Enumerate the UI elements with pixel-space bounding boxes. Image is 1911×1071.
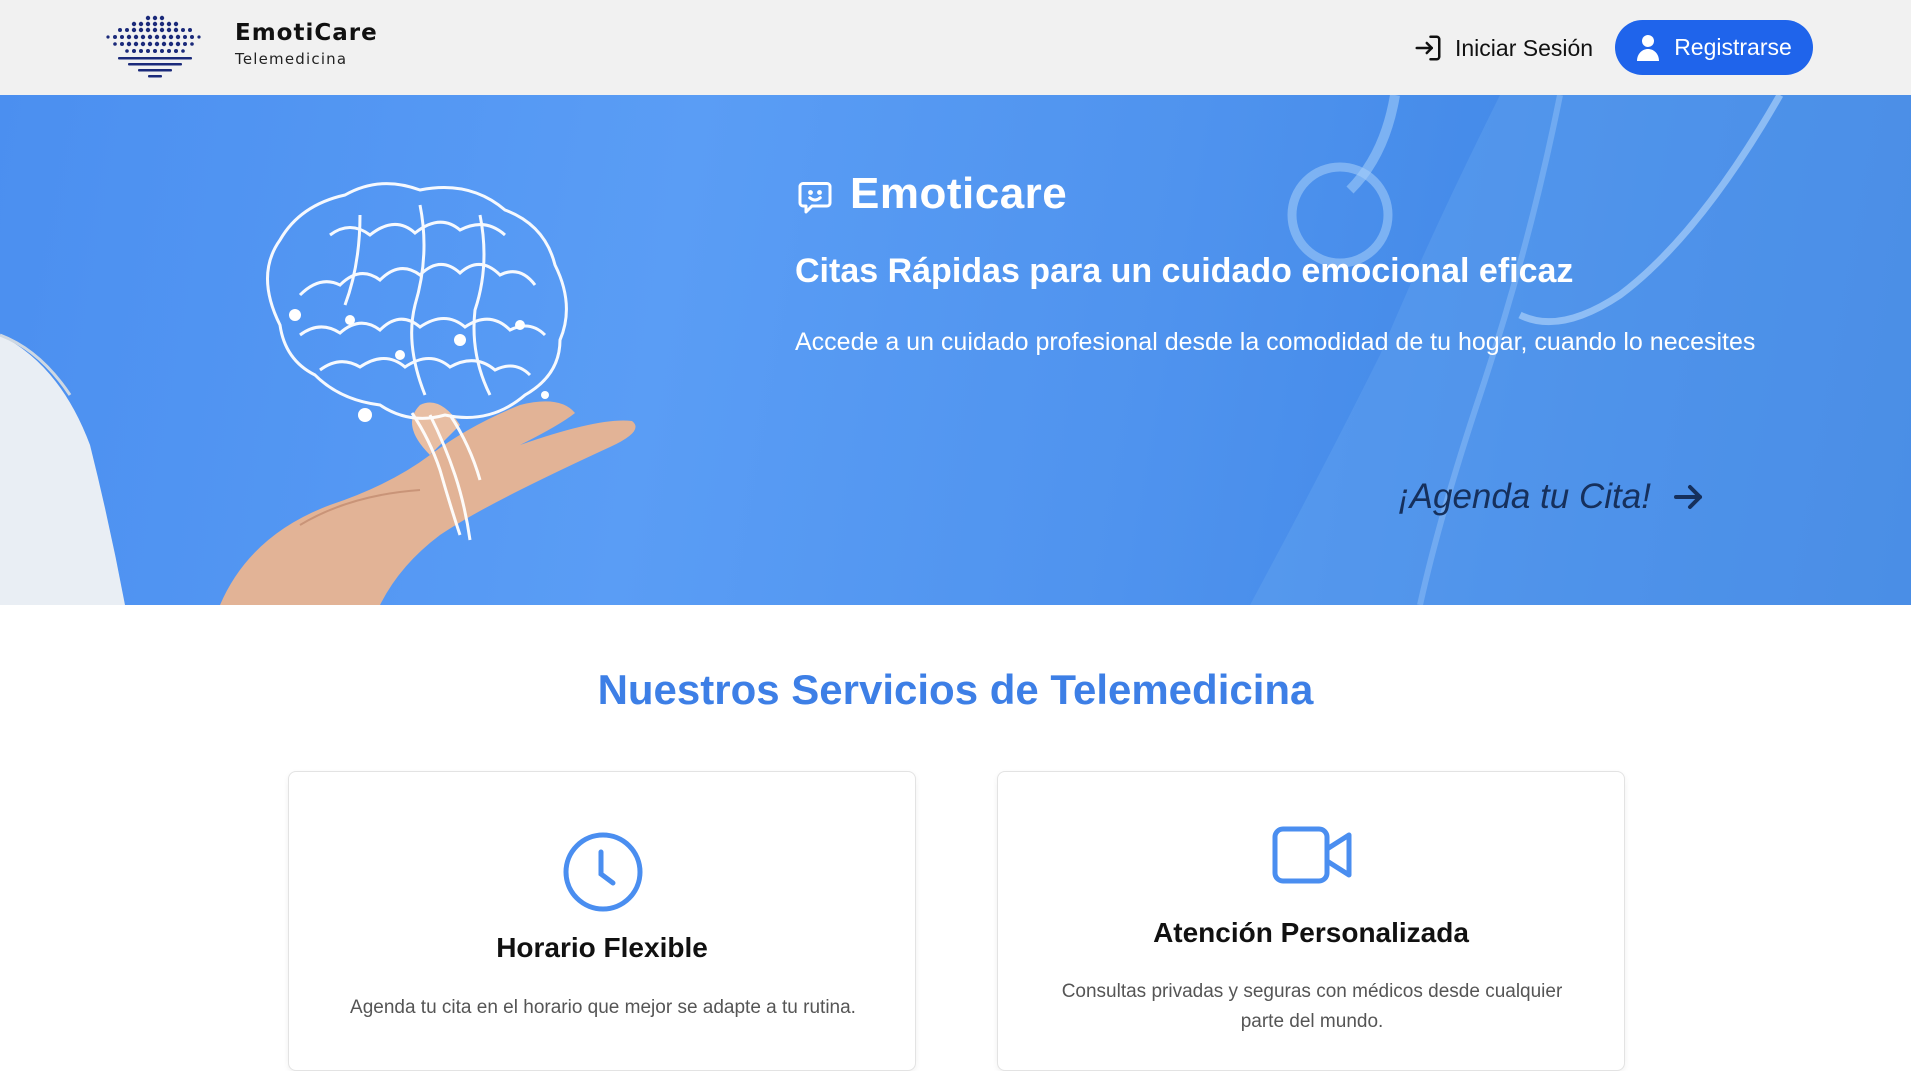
top-navbar: EmotiCare Telemedicina Iniciar Sesión Re… <box>0 0 1911 95</box>
brand: EmotiCare Telemedicina <box>235 20 378 68</box>
arrow-right-icon <box>1673 485 1702 509</box>
register-label: Registrarse <box>1674 34 1792 60</box>
service-card-title: Horario Flexible <box>496 932 708 963</box>
hero-description: Accede a un cuidado profesional desde la… <box>795 328 1756 356</box>
clock-icon <box>563 832 643 912</box>
user-icon <box>1637 34 1660 61</box>
hero-subtitle: Citas Rápidas para un cuidado emocional … <box>795 252 1574 290</box>
service-card-flexible-schedule: Horario Flexible Agenda tu cita en el ho… <box>288 771 916 1071</box>
login-button[interactable]: Iniciar Sesión <box>1413 31 1593 65</box>
service-card-text: Agenda tu cita en el horario que mejor s… <box>350 997 856 1018</box>
login-label: Iniciar Sesión <box>1455 34 1594 61</box>
video-camera-icon <box>1272 826 1352 884</box>
service-card-title: Atención Personalizada <box>1153 917 1469 948</box>
service-card-text: Consultas privadas y seguras con médicos… <box>1061 981 1563 1032</box>
book-appointment-label: ¡Agenda tu Cita! <box>1398 477 1651 516</box>
book-appointment-link[interactable]: ¡Agenda tu Cita! <box>1398 477 1705 517</box>
hero-banner: Emoticare Citas Rápidas para un cuidado … <box>0 95 1911 605</box>
chat-smile-icon <box>798 182 832 214</box>
hero-title: Emoticare <box>850 169 1068 218</box>
login-icon <box>1415 35 1441 61</box>
register-button[interactable]: Registrarse <box>1615 20 1813 75</box>
brand-name: EmotiCare <box>235 20 378 46</box>
brand-subtitle: Telemedicina <box>235 50 348 68</box>
services-section-title: Nuestros Servicios de Telemedicina <box>597 666 1314 713</box>
service-card-personalized-care: Atención Personalizada Consultas privada… <box>997 771 1625 1071</box>
emoticare-logo[interactable] <box>104 14 206 80</box>
